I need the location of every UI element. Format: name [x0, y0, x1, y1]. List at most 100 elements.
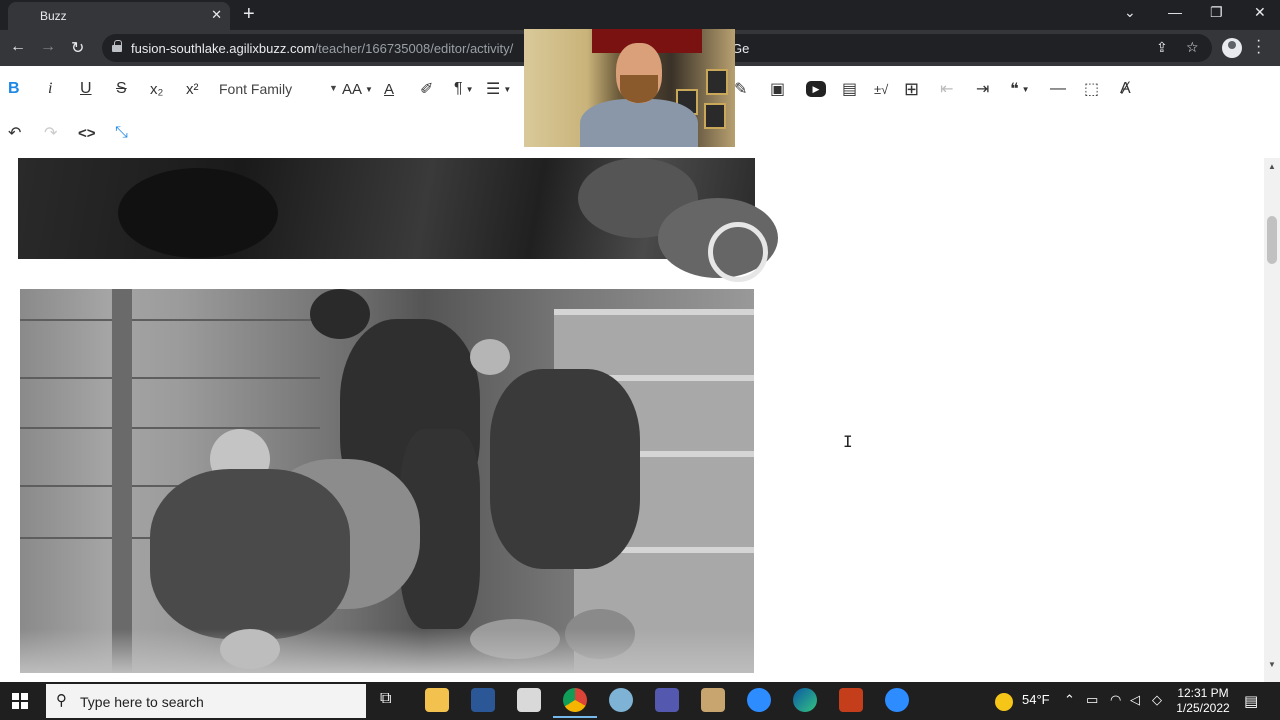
quote-button[interactable]: ❝ ▼ [1010, 78, 1030, 100]
powerpoint-icon[interactable] [839, 688, 863, 712]
task-view-icon[interactable]: ⧉ [380, 690, 391, 708]
zoom-icon[interactable] [747, 688, 771, 712]
chrome-icon[interactable] [553, 688, 597, 718]
new-tab-button[interactable]: + [243, 3, 255, 26]
line-height-button[interactable]: ☰ ▼ [486, 78, 511, 100]
battery-icon[interactable]: ▭ [1086, 692, 1098, 708]
superscript-button[interactable]: x² [186, 78, 199, 100]
tab-search-icon[interactable]: ⌄ [1124, 4, 1136, 21]
weather-temperature[interactable]: 54°F [1022, 692, 1050, 707]
wall-frame [706, 69, 728, 95]
presenter-body [580, 99, 698, 147]
subscript-button[interactable]: x₂ [150, 78, 163, 100]
photo-shape [310, 289, 370, 339]
taskbar-search-box[interactable]: ⚲ Type here to search [46, 684, 366, 718]
windows-start-icon[interactable] [12, 693, 28, 709]
weather-sun-icon[interactable] [995, 693, 1013, 711]
code-view-icon[interactable]: <> [78, 122, 96, 144]
photo-shape [118, 168, 278, 258]
scroll-down-icon[interactable]: ▼ [1268, 660, 1276, 669]
wifi-icon[interactable]: ◠ [1110, 692, 1121, 708]
editor-content[interactable]: I ▲ ▼ [0, 158, 1280, 682]
wall-frame [704, 103, 726, 129]
mail-icon[interactable] [517, 688, 541, 712]
photo-shape [150, 469, 350, 639]
wood-plank [20, 377, 320, 379]
photo-image-top [18, 158, 778, 282]
quote-icon: ❝ [1010, 81, 1019, 98]
taskbar-clock[interactable]: 12:31 PM 1/25/2022 [1170, 686, 1236, 716]
close-window-button[interactable]: ✕ [1254, 4, 1266, 21]
insert-table-icon[interactable]: ⊞ [904, 78, 919, 100]
line-height-icon: ☰ [486, 81, 501, 98]
paragraph-format-button[interactable]: ¶ ▼ [454, 78, 474, 100]
taskbar-search-placeholder: Type here to search [80, 694, 204, 710]
underline-button[interactable]: U [80, 78, 92, 100]
stair-step [624, 451, 754, 551]
chevron-down-icon[interactable]: ▼ [329, 83, 338, 93]
webcam-video-overlay [524, 29, 735, 147]
wood-post [112, 289, 132, 673]
more-menu-icon[interactable]: · · · [1256, 33, 1261, 61]
zoom-icon[interactable] [885, 688, 909, 712]
fullscreen-collapse-icon[interactable]: ⤡ [115, 122, 128, 144]
browser-tab[interactable]: Buzz ✕ [8, 2, 230, 30]
url-path: /teacher/166735008/editor/activity/ [314, 41, 514, 56]
minimize-button[interactable]: — [1168, 4, 1182, 20]
chevron-down-icon: ▼ [1021, 84, 1030, 94]
insert-image-icon[interactable]: ▣ [770, 78, 785, 100]
wood-plank [20, 319, 320, 321]
presenter-beard [620, 75, 658, 103]
select-all-icon[interactable]: ⬚ [1084, 78, 1099, 100]
bookmark-star-icon[interactable]: ☆ [1186, 39, 1199, 56]
pencil-icon[interactable]: ✎ [734, 78, 747, 100]
redo-icon[interactable]: ↷ [44, 122, 57, 144]
text-color-icon[interactable]: A [384, 78, 394, 100]
reload-icon[interactable]: ↻ [71, 38, 84, 58]
restore-button[interactable]: ❐ [1210, 4, 1223, 21]
forward-arrow-icon[interactable]: → [40, 38, 56, 56]
word-icon[interactable] [471, 688, 495, 712]
horizontal-line-icon[interactable]: — [1050, 78, 1066, 100]
outdent-icon[interactable]: ⇤ [940, 78, 953, 100]
clear-formatting-icon[interactable]: Ⱥ [1120, 78, 1131, 100]
font-size-label: AA [342, 80, 363, 98]
editor-scrollbar[interactable]: ▲ ▼ [1264, 158, 1280, 682]
scroll-up-icon[interactable]: ▲ [1268, 162, 1276, 171]
chevron-up-icon[interactable]: ⌃ [1064, 692, 1075, 708]
undo-icon[interactable]: ↶ [8, 122, 21, 144]
math-equation-icon[interactable]: ±√ [874, 78, 888, 100]
tab-title: Buzz [40, 9, 67, 23]
volume-icon[interactable]: ◁ [1130, 692, 1140, 708]
lock-icon[interactable] [112, 40, 122, 52]
back-arrow-icon[interactable]: ← [10, 38, 26, 56]
edge-icon[interactable] [793, 688, 817, 712]
italic-button[interactable]: i [48, 78, 52, 100]
profile-avatar[interactable] [1222, 38, 1242, 58]
font-size-button[interactable]: AA ▼ [342, 78, 373, 100]
browser-tab-strip: Buzz ✕ + ⌄ — ❐ ✕ [0, 0, 1280, 30]
teams-icon[interactable] [655, 688, 679, 712]
paragraph-icon: ¶ [454, 80, 463, 97]
photo-shape [470, 339, 510, 375]
notifications-icon[interactable]: ▤ [1244, 692, 1258, 710]
app-icon[interactable] [609, 688, 633, 712]
app-icon[interactable] [701, 688, 725, 712]
share-icon[interactable]: ⇪ [1156, 39, 1168, 56]
wood-plank [20, 427, 320, 429]
font-family-select[interactable]: Font Family [219, 81, 292, 97]
insert-video-icon[interactable]: ▶ [806, 81, 826, 97]
highlight-brush-icon[interactable]: ✐ [420, 78, 433, 100]
photo-shape [490, 369, 640, 569]
dropbox-icon[interactable]: ◇ [1152, 692, 1162, 708]
bold-button[interactable]: B [8, 78, 20, 100]
clock-date: 1/25/2022 [1176, 701, 1230, 715]
photo-shape [708, 222, 768, 282]
insert-file-icon[interactable]: ▤ [842, 78, 857, 100]
file-explorer-icon[interactable] [425, 688, 449, 712]
strikethrough-button[interactable]: S [116, 78, 127, 100]
url-text[interactable]: fusion-southlake.agilixbuzz.com/teacher/… [131, 41, 513, 56]
tab-close-icon[interactable]: ✕ [211, 7, 222, 23]
indent-icon[interactable]: ⇥ [976, 78, 989, 100]
scrollbar-thumb[interactable] [1267, 216, 1277, 264]
